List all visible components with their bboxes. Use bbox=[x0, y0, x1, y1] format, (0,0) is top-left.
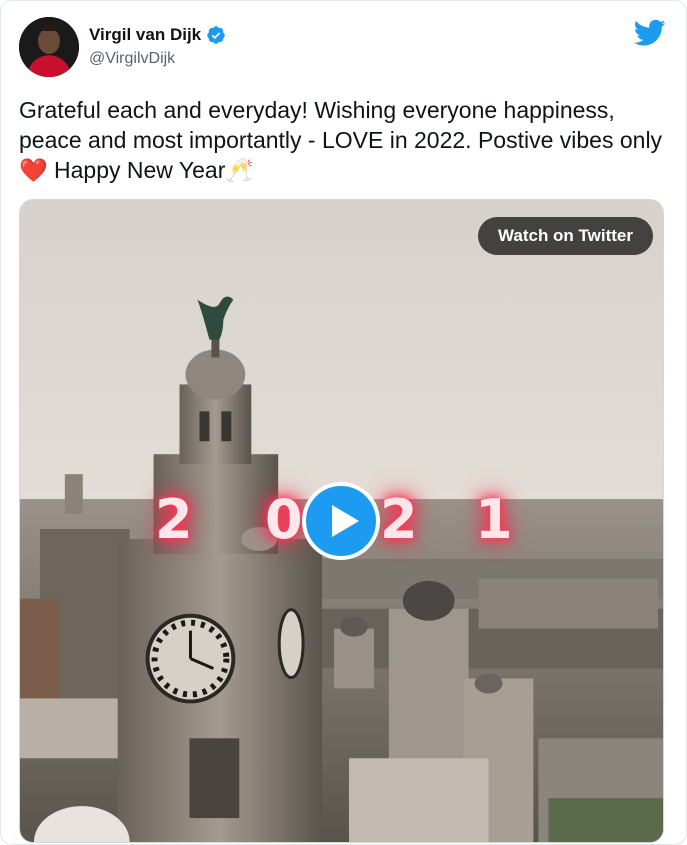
cheers-emoji: 🥂 bbox=[225, 157, 255, 183]
tweet-text-part: Happy New Year bbox=[47, 157, 226, 183]
handle[interactable]: @VirgilvDijk bbox=[89, 50, 226, 68]
avatar[interactable] bbox=[19, 17, 79, 77]
play-icon bbox=[332, 505, 359, 537]
twitter-bird-icon[interactable] bbox=[633, 19, 666, 47]
tweet-header: Virgil van Dijk @VirgilvDijk bbox=[19, 17, 668, 79]
tweet-text-part: Grateful each and everyday! Wishing ever… bbox=[19, 97, 663, 153]
display-name[interactable]: Virgil van Dijk bbox=[89, 25, 201, 45]
play-button[interactable] bbox=[302, 482, 380, 560]
video-media[interactable]: 2 0 2 1 Watch on Twitter bbox=[19, 199, 664, 843]
year-digit: 0 bbox=[265, 488, 303, 551]
year-digit: 2 bbox=[155, 488, 193, 551]
watch-on-twitter-button[interactable]: Watch on Twitter bbox=[477, 217, 653, 255]
year-digit: 1 bbox=[475, 488, 513, 551]
avatar-image bbox=[19, 17, 79, 77]
year-digit: 2 bbox=[380, 488, 418, 551]
verified-badge-icon bbox=[206, 25, 226, 45]
heart-emoji: ❤️ bbox=[19, 157, 48, 183]
tweet-card: Virgil van Dijk @VirgilvDijk Grateful ea… bbox=[0, 0, 687, 845]
tweet-text: Grateful each and everyday! Wishing ever… bbox=[19, 95, 669, 185]
author-block: Virgil van Dijk @VirgilvDijk bbox=[89, 23, 226, 68]
